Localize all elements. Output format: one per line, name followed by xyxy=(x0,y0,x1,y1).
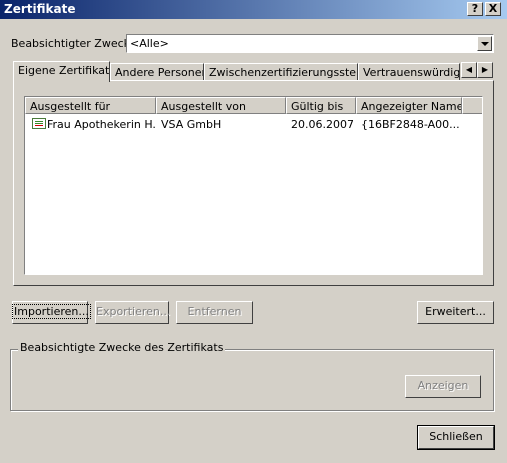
column-header-issued-by[interactable]: Ausgestellt von xyxy=(156,97,286,114)
column-header-issued-to[interactable]: Ausgestellt für xyxy=(25,97,156,114)
certificate-icon xyxy=(32,118,46,129)
certificates-dialog: Zertifikate ? X Beabsichtigter Zweck: <A… xyxy=(0,0,507,463)
column-header-filler xyxy=(462,97,482,114)
advanced-button[interactable]: Erweitert... xyxy=(417,301,494,324)
chevron-down-icon[interactable] xyxy=(477,36,492,51)
tab-label: Vertrauenswürdige Stammzertifizierungsst… xyxy=(363,66,460,79)
close-button[interactable]: Schließen xyxy=(417,425,495,450)
purpose-label: Beabsichtigter Zweck: xyxy=(11,37,134,50)
purpose-select[interactable]: <Alle> xyxy=(126,34,494,53)
title-bar: Zertifikate ? X xyxy=(0,0,507,19)
column-header-friendly-name[interactable]: Angezeigter Name xyxy=(356,97,462,114)
column-header-valid-until[interactable]: Gültig bis xyxy=(286,97,356,114)
import-label: Importieren... xyxy=(12,304,91,319)
help-button[interactable]: ? xyxy=(467,2,483,16)
cell-issued-by: VSA GmbH xyxy=(161,118,222,131)
tab-other-people[interactable]: Andere Personen xyxy=(110,63,204,81)
cell-valid-until: 20.06.2007 xyxy=(291,118,353,131)
cell-friendly-name: {16BF2848-A00... xyxy=(361,118,460,131)
tab-label: Zwischenzertifizierungsstellen xyxy=(209,66,357,79)
purpose-value: <Alle> xyxy=(130,37,169,50)
import-button[interactable]: Importieren... xyxy=(12,301,91,324)
tab-trusted-root-ca[interactable]: Vertrauenswürdige Stammzertifizierungsst… xyxy=(358,63,460,81)
view-button[interactable]: Anzeigen xyxy=(405,375,481,398)
tab-scroll-left-icon[interactable]: ◀ xyxy=(461,62,477,78)
tab-label: Eigene Zertifikate xyxy=(18,64,110,77)
window-title: Zertifikate xyxy=(4,2,76,16)
group-label: Beabsichtigte Zwecke des Zertifikats xyxy=(18,341,226,354)
tab-intermediate-ca[interactable]: Zwischenzertifizierungsstellen xyxy=(204,63,358,81)
export-button[interactable]: Exportieren... xyxy=(95,301,170,324)
tab-label: Andere Personen xyxy=(115,66,204,79)
tab-scroll-right-icon[interactable]: ▶ xyxy=(477,62,493,78)
certificate-list[interactable]: Ausgestellt für Ausgestellt von Gültig b… xyxy=(24,96,483,275)
tab-own-certificates[interactable]: Eigene Zertifikate xyxy=(13,61,110,82)
remove-button[interactable]: Entfernen xyxy=(176,301,253,324)
close-icon[interactable]: X xyxy=(485,2,501,16)
cell-issued-to: Frau Apothekerin H... xyxy=(47,118,155,131)
